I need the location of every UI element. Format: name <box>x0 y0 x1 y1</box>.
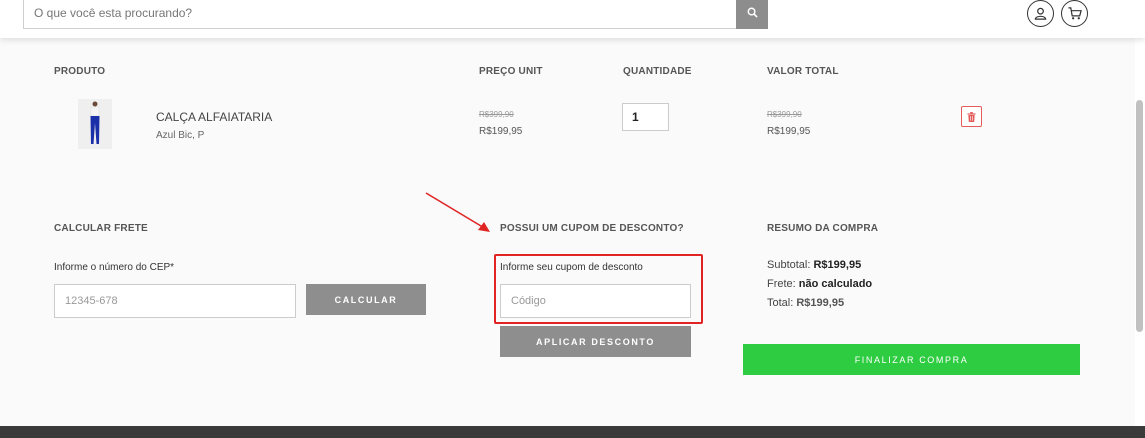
cart-icon <box>1067 7 1082 20</box>
subtotal-value: R$199,95 <box>813 259 862 271</box>
summary-frete: Frete: não calculado <box>767 278 872 290</box>
calculate-shipping-button[interactable]: CALCULAR <box>306 284 426 315</box>
product-variant: Azul Bic, P <box>156 130 205 141</box>
user-icon <box>1034 7 1047 20</box>
cart-button[interactable] <box>1061 0 1088 27</box>
summary-title: RESUMO DA COMPRA <box>767 223 879 234</box>
total-price-old: R$399,90 <box>767 110 802 119</box>
product-image <box>78 99 112 149</box>
subtotal-label: Subtotal: <box>767 259 811 271</box>
product-name[interactable]: CALÇA ALFAIATARIA <box>156 110 272 124</box>
shipping-title: CALCULAR FRETE <box>54 223 148 234</box>
coupon-title: POSSUI UM CUPOM DE DESCONTO? <box>500 223 684 234</box>
total-value: R$199,95 <box>796 297 845 309</box>
summary-subtotal: Subtotal: R$199,95 <box>767 259 861 271</box>
unit-price-old: R$399,90 <box>479 110 514 119</box>
product-thumbnail[interactable] <box>78 99 112 149</box>
search-icon <box>747 7 758 18</box>
column-header-valor-total: VALOR TOTAL <box>767 66 839 77</box>
account-button[interactable] <box>1027 0 1054 27</box>
total-label: Total: <box>767 297 794 309</box>
frete-value: não calculado <box>798 278 873 290</box>
cep-label: Informe o número do CEP* <box>54 262 175 273</box>
column-header-produto: PRODUTO <box>54 66 106 77</box>
page-scrollbar[interactable] <box>1136 100 1143 332</box>
annotation-arrow-icon <box>425 192 490 232</box>
checkout-button[interactable]: FINALIZAR COMPRA <box>743 344 1080 375</box>
top-header <box>0 0 1145 38</box>
trash-icon <box>967 111 976 122</box>
annotation-highlight-box <box>494 254 703 324</box>
apply-coupon-button[interactable]: APLICAR DESCONTO <box>500 326 691 357</box>
column-header-quantidade: QUANTIDADE <box>623 66 692 77</box>
column-header-preco: PREÇO UNIT <box>479 66 543 77</box>
search-input[interactable] <box>23 0 737 29</box>
unit-price: R$199,95 <box>479 126 523 137</box>
footer-bar <box>0 426 1145 438</box>
quantity-input[interactable]: 1 <box>622 103 669 131</box>
remove-item-button[interactable] <box>961 106 982 127</box>
summary-total: Total: R$199,95 <box>767 297 844 309</box>
total-price: R$199,95 <box>767 126 811 137</box>
cep-input[interactable]: 12345-678 <box>54 284 296 318</box>
frete-label: Frete: <box>767 278 796 290</box>
search-button[interactable] <box>736 0 768 29</box>
